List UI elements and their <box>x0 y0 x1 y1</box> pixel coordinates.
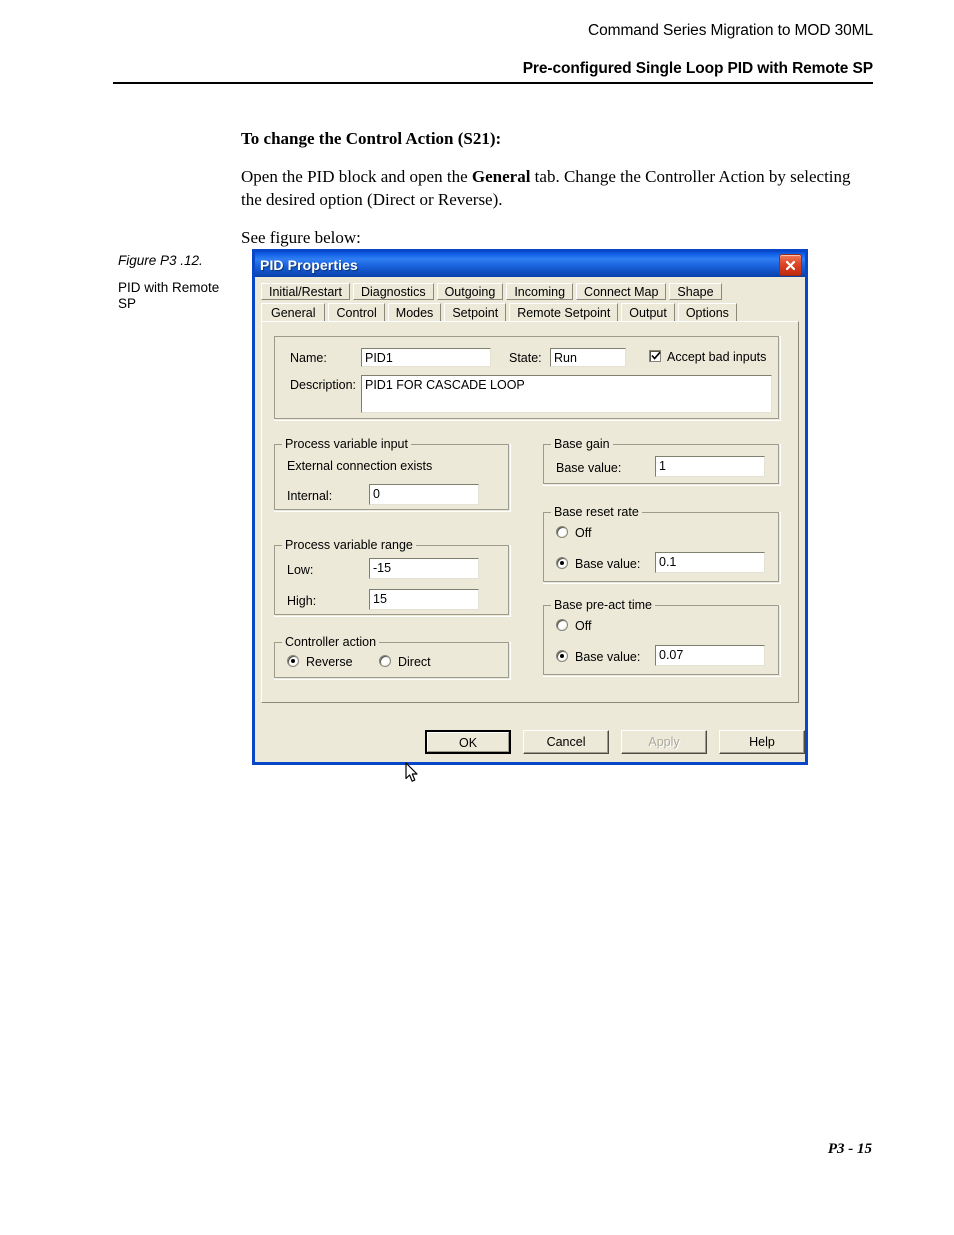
direct-radio[interactable] <box>379 655 391 667</box>
close-icon[interactable] <box>779 254 802 276</box>
process-variable-input-group: Process variable input External connecti… <box>274 438 511 512</box>
tab-connect-map[interactable]: Connect Map <box>576 283 667 300</box>
internal-label: Internal: <box>287 489 333 503</box>
paragraph-text-part1: Open the PID block and open the <box>241 166 472 186</box>
tab-general[interactable]: General <box>261 303 326 321</box>
tab-diagnostics[interactable]: Diagnostics <box>352 283 434 300</box>
accept-bad-inputs-label[interactable]: Accept bad inputs <box>667 350 766 365</box>
low-input[interactable]: -15 <box>369 558 479 579</box>
tab-strip: Initial/Restart Diagnostics Outgoing Inc… <box>255 277 805 321</box>
process-variable-range-group-label: Process variable range <box>282 539 416 552</box>
base-pre-act-value-label[interactable]: Base value: <box>575 650 640 665</box>
process-variable-input-group-label: Process variable input <box>282 438 411 451</box>
base-pre-act-value-radio[interactable] <box>556 650 568 662</box>
page-header: Command Series Migration to MOD 30ML Pre… <box>113 22 873 84</box>
high-input[interactable]: 15 <box>369 589 479 610</box>
base-reset-rate-value-radio-dot <box>560 561 564 565</box>
apply-button: Apply <box>621 730 708 754</box>
tab-modes[interactable]: Modes <box>387 303 442 321</box>
mouse-cursor-icon <box>405 762 421 787</box>
controller-action-group: Controller action Reverse Direct <box>274 636 511 680</box>
general-tab-panel: Name: PID1 State: Run Accept bad inputs … <box>261 321 799 782</box>
tab-initial-restart[interactable]: Initial/Restart <box>261 283 350 300</box>
cancel-button[interactable]: Cancel <box>523 730 610 754</box>
base-pre-act-input[interactable]: 0.07 <box>655 645 765 666</box>
base-pre-act-time-group: Base pre-act time Off Base value: 0.07 <box>543 599 781 677</box>
base-reset-rate-group: Base reset rate Off Base value: 0.1 <box>543 506 781 584</box>
ok-button-label: OK <box>427 732 510 752</box>
external-connection-text: External connection exists <box>287 459 433 473</box>
accept-bad-inputs-checkbox[interactable] <box>649 350 661 362</box>
figure-title: PID with Remote SP <box>118 280 220 311</box>
reverse-radio-dot <box>291 659 295 663</box>
name-label: Name: <box>290 351 327 365</box>
base-gain-group-label: Base gain <box>551 438 613 451</box>
header-section-title: Pre-configured Single Loop PID with Remo… <box>522 60 873 77</box>
base-pre-act-off-label[interactable]: Off <box>575 619 591 634</box>
base-pre-act-off-radio[interactable] <box>556 619 568 631</box>
instruction-paragraph: Open the PID block and open the General … <box>241 166 871 212</box>
high-label: High: <box>287 594 317 608</box>
base-gain-input[interactable]: 1 <box>655 456 765 477</box>
dialog-title: PID Properties <box>260 256 358 273</box>
tab-shape[interactable]: Shape <box>669 283 722 300</box>
tab-incoming[interactable]: Incoming <box>506 283 574 300</box>
direct-label[interactable]: Direct <box>398 655 431 670</box>
tab-remote-setpoint[interactable]: Remote Setpoint <box>509 303 619 321</box>
pid-properties-dialog: PID Properties Initial/Restart Diagnosti… <box>252 249 808 782</box>
controller-action-group-label: Controller action <box>282 636 380 649</box>
base-reset-rate-off-label[interactable]: Off <box>575 526 591 541</box>
tab-output[interactable]: Output <box>621 303 675 321</box>
state-combobox[interactable]: Run <box>550 348 626 367</box>
base-pre-act-time-group-label: Base pre-act time <box>551 599 655 612</box>
base-reset-rate-input[interactable]: 0.1 <box>655 552 765 573</box>
process-variable-range-group: Process variable range Low: -15 High: 15 <box>274 539 511 617</box>
tab-control[interactable]: Control <box>328 303 385 321</box>
base-reset-rate-off-radio[interactable] <box>556 526 568 538</box>
tab-options[interactable]: Options <box>677 303 737 321</box>
reverse-label[interactable]: Reverse <box>306 655 353 670</box>
body-content: To change the Control Action (S21): Open… <box>241 128 871 265</box>
footer-page-number: P3 - 15 <box>827 1141 872 1157</box>
dialog-titlebar[interactable]: PID Properties <box>255 252 805 277</box>
base-reset-rate-value-radio[interactable] <box>556 557 568 569</box>
instruction-heading: To change the Control Action (S21): <box>241 129 502 148</box>
base-reset-rate-group-label: Base reset rate <box>551 506 642 519</box>
see-figure-text: See figure below: <box>241 227 361 247</box>
reverse-radio[interactable] <box>287 655 299 667</box>
header-rule <box>113 82 873 84</box>
ok-button[interactable]: OK <box>425 730 512 754</box>
dialog-button-row: OK Cancel Apply Help <box>255 730 805 756</box>
help-button[interactable]: Help <box>719 730 805 754</box>
tab-row-lower: General Control Modes Setpoint Remote Se… <box>261 301 801 321</box>
name-input[interactable]: PID1 <box>361 348 491 367</box>
figure-caption: Figure P3 .12. PID with Remote SP <box>118 253 236 312</box>
paragraph-emphasis-general: General <box>471 166 531 186</box>
description-label: Description: <box>290 378 356 392</box>
base-gain-group: Base gain Base value: 1 <box>543 438 781 486</box>
tab-outgoing[interactable]: Outgoing <box>436 283 504 300</box>
tab-row-upper: Initial/Restart Diagnostics Outgoing Inc… <box>261 281 801 300</box>
identity-group: Name: PID1 State: Run Accept bad inputs … <box>274 336 781 421</box>
figure-number: Figure P3 .12. <box>118 253 203 268</box>
description-input[interactable]: PID1 FOR CASCADE LOOP <box>361 375 772 413</box>
base-gain-value-label: Base value: <box>556 461 622 475</box>
header-document-title: Command Series Migration to MOD 30ML <box>588 22 873 39</box>
internal-input[interactable]: 0 <box>369 484 479 505</box>
state-label: State: <box>509 351 542 365</box>
base-pre-act-value-radio-dot <box>560 654 564 658</box>
low-label: Low: <box>287 563 314 577</box>
base-reset-rate-value-label[interactable]: Base value: <box>575 557 640 572</box>
tab-setpoint[interactable]: Setpoint <box>444 303 507 321</box>
